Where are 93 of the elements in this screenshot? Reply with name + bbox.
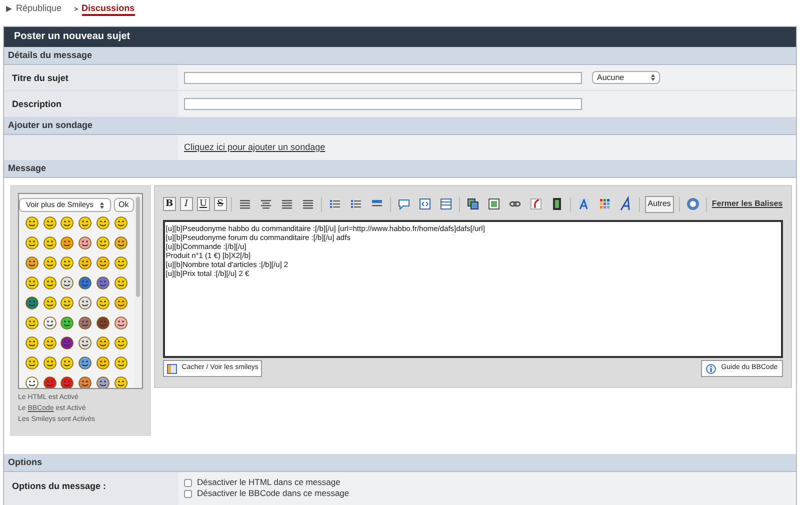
message-textarea[interactable]	[162, 220, 783, 358]
smiley-icon[interactable]	[96, 296, 110, 310]
smiley-icon[interactable]	[114, 256, 128, 270]
smiley-icon[interactable]	[24, 316, 39, 330]
section-heading: Options	[4, 454, 796, 472]
format-button[interactable]: S	[214, 197, 227, 211]
smiley-icon[interactable]	[114, 316, 128, 330]
flash-icon[interactable]	[528, 196, 544, 212]
title-input[interactable]	[184, 72, 582, 84]
smiley-icon[interactable]	[24, 296, 39, 310]
breadcrumb-link[interactable]: Discussions	[82, 2, 135, 16]
format-button[interactable]: U	[196, 197, 210, 211]
chevron-icon	[74, 6, 78, 10]
close-tags-link[interactable]: Fermer les Balises	[712, 198, 783, 210]
smiley-icon[interactable]	[24, 276, 39, 290]
add-poll-link[interactable]: Cliquez ici pour ajouter un sondage	[184, 140, 326, 154]
breadcrumb-link[interactable]: République	[16, 2, 62, 16]
smiley-icon[interactable]	[60, 376, 74, 388]
smiley-icon[interactable]	[78, 336, 92, 350]
smiley-icon[interactable]	[96, 356, 110, 370]
smiley-icon[interactable]	[60, 356, 74, 370]
smiley-icon[interactable]	[96, 236, 110, 250]
smiley-icon[interactable]	[114, 336, 128, 350]
smiley-icon[interactable]	[42, 296, 57, 310]
smiley-icon[interactable]	[60, 336, 74, 350]
table-icon[interactable]	[438, 196, 454, 212]
smiley-icon[interactable]	[78, 356, 92, 370]
smiley-icon[interactable]	[24, 236, 39, 250]
field-label: Titre du sujet	[4, 65, 178, 90]
more-button[interactable]: Autres	[644, 196, 674, 212]
format-button[interactable]: I	[180, 197, 193, 211]
ok-button[interactable]: Ok	[114, 198, 134, 212]
smiley-icon[interactable]	[78, 376, 92, 388]
smiley-icon[interactable]	[24, 336, 39, 350]
smiley-icon[interactable]	[96, 216, 110, 230]
smiley-icon[interactable]	[78, 296, 92, 310]
smiley-icon[interactable]	[78, 316, 92, 330]
section-heading: Message	[4, 160, 796, 178]
smiley-icon[interactable]	[42, 316, 57, 330]
smiley-icon[interactable]	[96, 256, 110, 270]
smiley-icon[interactable]	[42, 356, 57, 370]
smiley-icon[interactable]	[78, 236, 92, 250]
checkbox-label: Désactiver le HTML dans ce message	[197, 476, 340, 489]
image-stack-icon[interactable]	[464, 196, 481, 212]
scrollbar[interactable]	[134, 194, 142, 388]
smiley-icon[interactable]	[42, 236, 57, 250]
format-button[interactable]: B	[162, 197, 176, 211]
smiley-icon[interactable]	[60, 316, 74, 330]
smiley-icon[interactable]	[42, 256, 57, 270]
smiley-icon[interactable]	[60, 296, 74, 310]
smiley-icon[interactable]	[114, 296, 128, 310]
field-label: Options du message :	[4, 472, 178, 505]
smiley-icon[interactable]	[78, 276, 92, 290]
checkbox[interactable]	[184, 478, 192, 486]
section-heading: Ajouter un sondage	[4, 117, 796, 135]
code-icon[interactable]	[416, 196, 433, 212]
window-icon	[166, 364, 177, 374]
smiley-icon[interactable]	[42, 216, 57, 230]
section-heading: Détails du message	[4, 47, 796, 65]
smiley-icon[interactable]	[96, 276, 110, 290]
smiley-icon[interactable]	[42, 336, 57, 350]
smiley-icon[interactable]	[24, 356, 39, 370]
image-icon[interactable]	[486, 196, 502, 212]
smiley-icon[interactable]	[114, 356, 128, 370]
smiley-icon[interactable]	[78, 256, 92, 270]
smiley-icon[interactable]	[24, 256, 39, 270]
smiley-icon[interactable]	[24, 376, 39, 388]
smiley-icon[interactable]	[60, 256, 74, 270]
smiley-icon[interactable]	[114, 376, 128, 388]
smiley-icon[interactable]	[60, 276, 74, 290]
smiley-icon[interactable]	[114, 216, 128, 230]
smiley-icon[interactable]	[114, 236, 128, 250]
smiley-icon[interactable]	[60, 236, 74, 250]
smiley-icon[interactable]	[42, 276, 57, 290]
smiley-icon[interactable]	[60, 216, 74, 230]
smiley-icon[interactable]	[24, 216, 39, 230]
panel-header: Poster un nouveau sujet	[4, 27, 796, 47]
smiley-icon[interactable]	[96, 316, 110, 330]
smiley-icon[interactable]	[96, 376, 110, 388]
checkbox[interactable]	[184, 490, 192, 498]
updown-icon	[651, 74, 655, 81]
help-icon[interactable]	[684, 196, 701, 212]
icon-select[interactable]: Aucune	[592, 71, 660, 84]
smiley-icon[interactable]	[78, 216, 92, 230]
smiley-icon[interactable]	[42, 376, 57, 388]
updown-icon	[100, 202, 104, 208]
field-label: Description	[4, 91, 178, 117]
smiley-icon[interactable]	[114, 276, 128, 290]
checkbox-label: Désactiver le BBCode dans ce message	[197, 487, 350, 500]
smiley-icon[interactable]	[96, 336, 110, 350]
info-icon	[706, 364, 716, 374]
description-input[interactable]	[184, 98, 582, 110]
triangle-icon	[6, 6, 12, 12]
